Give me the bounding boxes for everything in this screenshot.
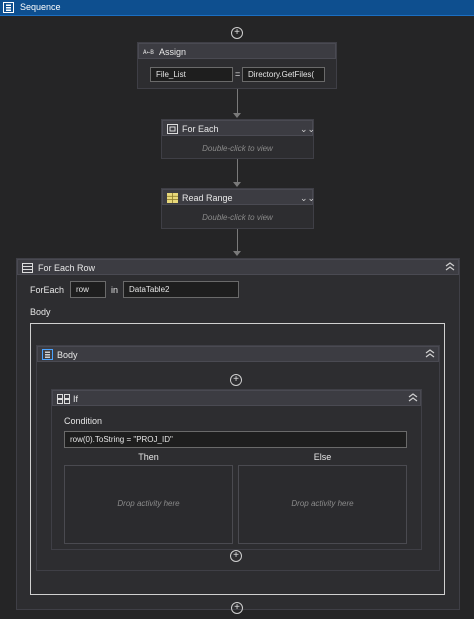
item-variable-field[interactable]: row	[70, 281, 106, 298]
body-label: Body	[30, 307, 51, 317]
else-drop-area[interactable]: Drop activity here	[238, 465, 407, 544]
assign-header: A←B Assign	[138, 43, 336, 59]
foreach-header: For Each ⌄⌄	[162, 120, 315, 136]
else-drop-hint: Drop activity here	[291, 499, 354, 508]
connector-arrow	[233, 251, 241, 256]
assign-equals-label: =	[235, 69, 241, 79]
connector-line	[237, 229, 238, 252]
body-sequence-header: Body	[37, 346, 439, 362]
connector-line	[237, 159, 238, 183]
if-activity[interactable]: If Condition row(0).ToString = "PROJ_ID"…	[51, 389, 422, 550]
connector-line	[237, 89, 238, 114]
add-activity-button[interactable]: +	[230, 550, 242, 562]
foreach-title: For Each	[182, 124, 219, 134]
else-label: Else	[313, 452, 332, 462]
if-header: If	[52, 390, 421, 406]
expand-icon[interactable]: ⌄⌄	[300, 193, 315, 203]
assign-value-field[interactable]: Directory.GetFiles(	[242, 67, 325, 82]
body-container: Body + If Condition row(0).ToString = "P…	[30, 323, 445, 595]
sequence-icon	[3, 2, 14, 13]
excel-icon	[167, 193, 178, 203]
designer-title: Sequence	[20, 2, 61, 12]
add-activity-button[interactable]: +	[231, 27, 243, 39]
datatable-field[interactable]: DataTable2	[123, 281, 239, 298]
condition-field[interactable]: row(0).ToString = "PROJ_ID"	[64, 431, 407, 448]
assign-title: Assign	[159, 47, 187, 57]
then-drop-hint: Drop activity here	[117, 499, 180, 508]
foreach-icon	[167, 124, 178, 134]
connector-arrow	[233, 182, 241, 187]
collapse-icon[interactable]	[408, 393, 418, 404]
foreachrow-activity[interactable]: For Each Row ForEach row in DataTable2 B…	[16, 258, 460, 610]
then-label: Then	[138, 452, 159, 462]
readrange-header: Read Range ⌄⌄	[162, 189, 315, 205]
foreachrow-header: For Each Row	[17, 259, 459, 275]
svg-text:A←B: A←B	[143, 49, 154, 56]
sequence-icon	[42, 349, 53, 360]
foreach-hint: Double-click to view	[202, 144, 273, 153]
body-sequence-title: Body	[57, 350, 78, 360]
assign-activity[interactable]: A←B Assign File_List = Directory.GetFile…	[137, 42, 337, 89]
collapse-icon[interactable]	[425, 349, 435, 360]
assign-to-field[interactable]: File_List	[150, 67, 233, 82]
then-drop-area[interactable]: Drop activity here	[64, 465, 233, 544]
readrange-title: Read Range	[182, 193, 233, 203]
in-label: in	[111, 285, 119, 295]
add-activity-button[interactable]: +	[230, 374, 242, 386]
if-icon	[57, 394, 70, 404]
body-sequence[interactable]: Body + If Condition row(0).ToString = "P…	[36, 345, 440, 571]
readrange-activity[interactable]: Read Range ⌄⌄ Double-click to view	[161, 188, 315, 229]
condition-label: Condition	[64, 416, 103, 426]
foreachrow-icon	[22, 263, 33, 273]
connector-arrow	[233, 113, 241, 118]
collapse-icon[interactable]	[445, 262, 455, 273]
readrange-hint: Double-click to view	[202, 213, 273, 222]
designer-title-bar: Sequence	[0, 0, 474, 16]
expand-icon[interactable]: ⌄⌄	[300, 124, 315, 134]
if-title: If	[73, 394, 79, 404]
assign-icon: A←B	[143, 49, 154, 56]
add-activity-button[interactable]: +	[231, 602, 243, 614]
foreach-label: ForEach	[30, 285, 65, 295]
foreach-activity[interactable]: For Each ⌄⌄ Double-click to view	[161, 119, 315, 159]
foreachrow-title: For Each Row	[38, 263, 96, 273]
